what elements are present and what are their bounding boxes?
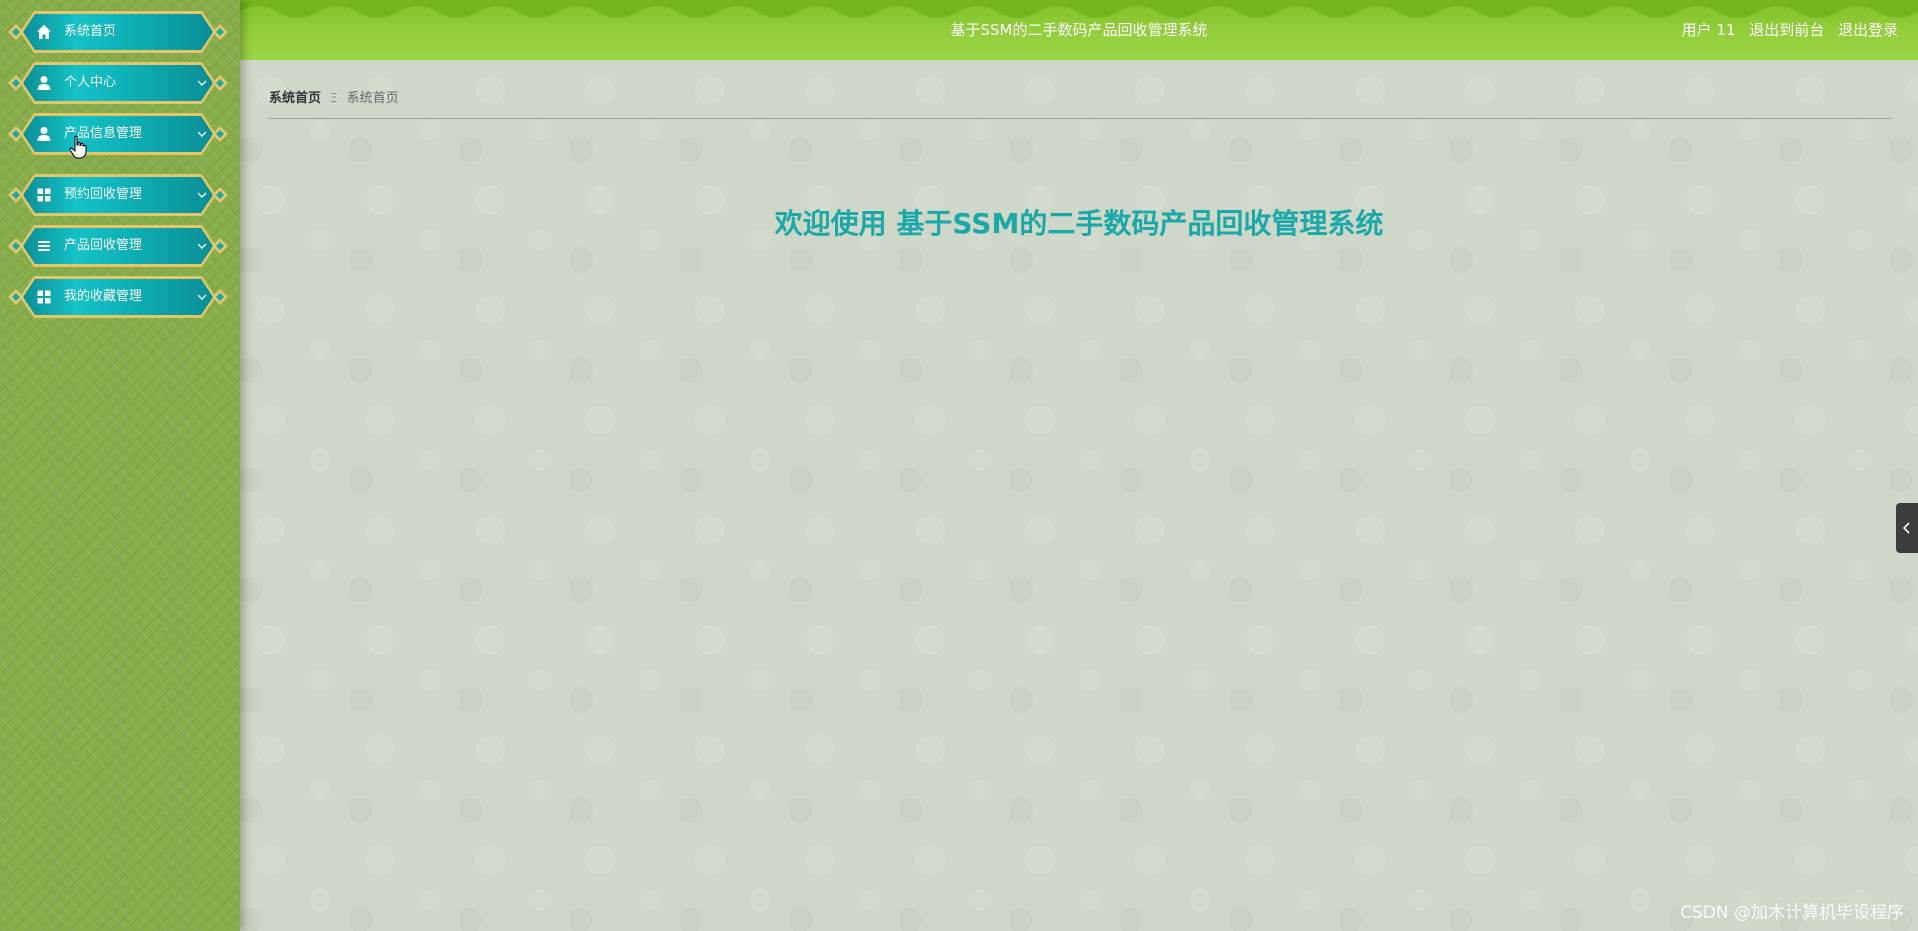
list-icon [38, 241, 50, 251]
breadcrumb-divider [269, 118, 1891, 119]
gem-ornament-icon [8, 24, 24, 40]
system-title: 基于SSM的二手数码产品回收管理系统 [950, 21, 1208, 39]
main-content: 系统首页 Ξ 系统首页 欢迎使用 基于SSM的二手数码产品回收管理系统 [240, 60, 1918, 931]
sidebar-item-product-recycle[interactable]: 产品回收管理 [6, 225, 230, 267]
chevron-down-icon [197, 243, 207, 249]
gem-ornament-icon [212, 289, 228, 305]
logout-link[interactable]: 退出登录 [1838, 21, 1898, 39]
gem-ornament-icon [8, 289, 24, 305]
gem-ornament-icon [8, 75, 24, 91]
chevron-down-icon [197, 80, 207, 86]
chevron-left-icon [1902, 522, 1910, 534]
top-header: 基于SSM的二手数码产品回收管理系统 用户 11 退出到前台 退出登录 [240, 0, 1918, 60]
sidebar-item-home[interactable]: 系统首页 [6, 11, 230, 53]
chevron-down-icon [197, 131, 207, 137]
breadcrumb-current: 系统首页 [346, 91, 399, 106]
user-icon [37, 127, 51, 141]
welcome-heading: 欢迎使用 基于SSM的二手数码产品回收管理系统 [774, 207, 1384, 240]
sidebar-item-my-favorites[interactable]: 我的收藏管理 [6, 276, 230, 318]
chevron-down-icon [197, 294, 207, 300]
hand-cursor-icon [69, 135, 87, 159]
gem-ornament-icon [212, 187, 228, 203]
gem-ornament-icon [212, 75, 228, 91]
gem-ornament-icon [212, 126, 228, 142]
gem-ornament-icon [212, 24, 228, 40]
gem-ornament-icon [8, 238, 24, 254]
sidebar-item-personal-center[interactable]: 个人中心 [6, 62, 230, 104]
grid-icon [37, 290, 51, 304]
breadcrumb-home[interactable]: 系统首页 [269, 91, 321, 106]
sidebar-item-label: 系统首页 [64, 24, 117, 39]
current-user-label: 用户 11 [1681, 21, 1736, 39]
home-icon [37, 25, 51, 39]
sidebar-item-product-info[interactable]: 产品信息管理 [6, 113, 230, 155]
gem-ornament-icon [8, 187, 24, 203]
gem-ornament-icon [212, 238, 228, 254]
back-to-front-link[interactable]: 退出到前台 [1749, 21, 1824, 39]
chevron-down-icon [197, 192, 207, 198]
user-icon [37, 76, 51, 90]
sidebar-item-appointment-recycle[interactable]: 预约回收管理 [6, 174, 230, 216]
watermark-text: CSDN @加木计算机毕设程序 [1680, 903, 1904, 923]
sidebar-item-label: 我的收藏管理 [64, 289, 143, 304]
grid-icon [37, 188, 51, 202]
header-user-actions: 用户 11 退出到前台 退出登录 [1673, 0, 1898, 60]
breadcrumb: 系统首页 Ξ 系统首页 [269, 87, 399, 106]
gem-ornament-icon [8, 126, 24, 142]
breadcrumb-separator: Ξ [330, 91, 338, 105]
sidebar-item-label: 产品回收管理 [64, 238, 143, 253]
panel-collapse-button[interactable] [1896, 503, 1918, 553]
sidebar-item-label: 个人中心 [64, 75, 117, 90]
sidebar: 系统首页 个人中心 产品信息管理 预约回收管理 产品回收管理 我的收藏管理 [0, 0, 240, 931]
sidebar-item-label: 预约回收管理 [64, 187, 143, 202]
